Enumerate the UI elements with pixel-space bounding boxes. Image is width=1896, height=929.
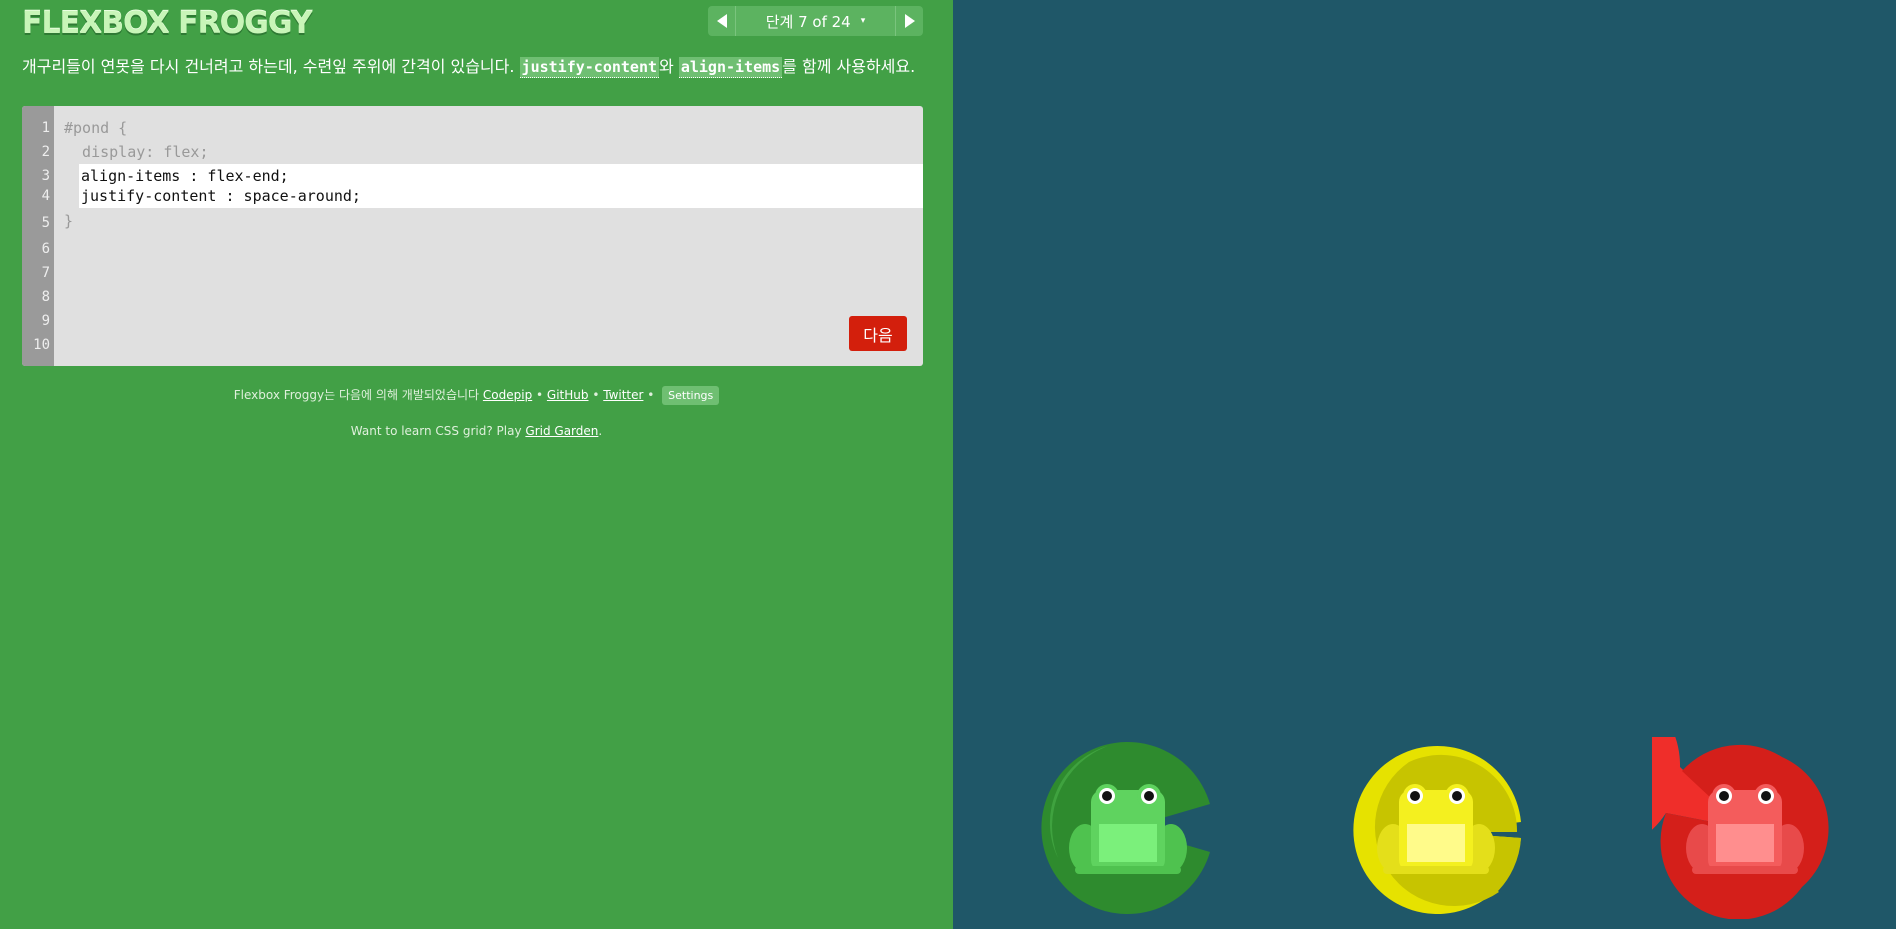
- line-number: 2: [41, 144, 50, 160]
- frog-green-icon: [1069, 784, 1187, 874]
- code-input-line[interactable]: justify-content : space-around;: [81, 187, 361, 205]
- code-line-open: #pond {: [64, 119, 128, 137]
- credits: Flexbox Froggy는 다음에 의해 개발되었습니다 Codepip •…: [0, 386, 953, 405]
- sidebar: FLEXBOX FROGGY 단계 7 of 24 ▾ 개구리들이 연못을 다시…: [0, 0, 953, 929]
- app: FLEXBOX FROGGY 단계 7 of 24 ▾ 개구리들이 연못을 다시…: [0, 0, 1896, 929]
- settings-button[interactable]: Settings: [662, 386, 720, 405]
- frog-yellow-icon: [1377, 784, 1495, 874]
- level-label: 단계 7 of 24: [765, 12, 851, 31]
- grid-garden-promo: Want to learn CSS grid? Play Grid Garden…: [0, 424, 953, 438]
- line-number: 6: [41, 241, 50, 257]
- arrow-right-icon: [904, 14, 915, 28]
- instructions: 개구리들이 연못을 다시 건너려고 하는데, 수련잎 주위에 간격이 있습니다.…: [22, 55, 942, 79]
- code-input-line[interactable]: align-items : flex-end;: [81, 167, 289, 185]
- next-level-button[interactable]: [895, 6, 923, 36]
- code-line-display: display: flex;: [64, 143, 209, 161]
- line-numbers: 1 2 3 4 5 6 7 8 9 10: [22, 106, 54, 366]
- arrow-left-icon: [716, 14, 727, 28]
- keyword-align-items[interactable]: align-items: [678, 57, 783, 78]
- line-number: 9: [41, 313, 50, 329]
- line-number: 8: [41, 289, 50, 305]
- line-number: 3: [41, 168, 50, 184]
- keyword-justify-content[interactable]: justify-content: [519, 57, 660, 78]
- frog-red-icon: [1686, 784, 1804, 874]
- github-link[interactable]: GitHub: [547, 388, 589, 402]
- code-input[interactable]: align-items : flex-end; justify-content …: [79, 164, 923, 208]
- separator: •: [643, 388, 659, 402]
- pond-board: [953, 0, 1896, 929]
- separator: •: [588, 388, 604, 402]
- caret-down-icon: ▾: [860, 16, 866, 26]
- instructions-text-3: 를 함께 사용하세요.: [782, 57, 916, 76]
- grid-garden-link[interactable]: Grid Garden: [525, 424, 598, 438]
- logo: FLEXBOX FROGGY: [22, 6, 313, 41]
- level-nav: 단계 7 of 24 ▾: [708, 6, 923, 36]
- line-number: 10: [33, 337, 50, 353]
- learn-text: Want to learn CSS grid? Play: [350, 424, 526, 438]
- learn-suffix: .: [598, 424, 603, 438]
- credits-text: Flexbox Froggy는 다음에 의해 개발되었습니다: [233, 388, 483, 402]
- twitter-link[interactable]: Twitter: [603, 388, 643, 402]
- line-number: 7: [41, 265, 50, 281]
- prev-level-button[interactable]: [708, 6, 736, 36]
- next-button[interactable]: 다음: [849, 316, 907, 351]
- instructions-text-1: 개구리들이 연못을 다시 건너려고 하는데, 수련잎 주위에 간격이 있습니다.: [22, 57, 520, 76]
- separator: •: [532, 388, 547, 402]
- code-line-close: }: [64, 212, 74, 230]
- line-number: 1: [41, 120, 50, 136]
- level-indicator[interactable]: 단계 7 of 24 ▾: [736, 6, 895, 36]
- code-editor: 1 2 3 4 5 6 7 8 9 10 #pond { display: fl…: [22, 106, 923, 366]
- line-number: 4: [41, 188, 50, 204]
- line-number: 5: [41, 215, 50, 231]
- instructions-text-2: 와: [659, 57, 679, 76]
- codepip-link[interactable]: Codepip: [483, 388, 532, 402]
